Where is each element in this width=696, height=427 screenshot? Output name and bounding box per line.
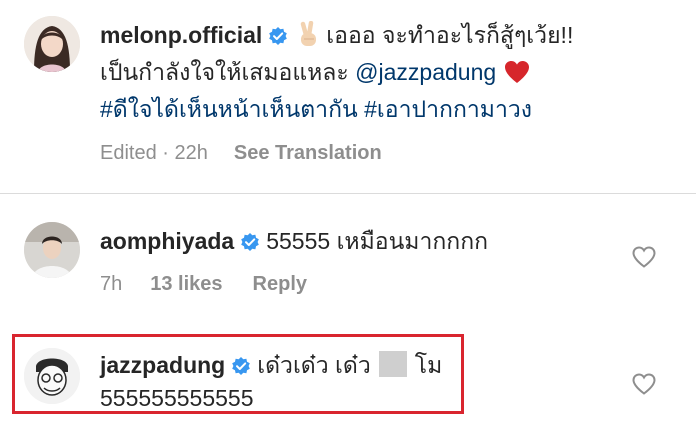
comment-3-text-part-2: โม <box>414 352 443 378</box>
comment-1-meta: Edited · 22h See Translation <box>100 142 382 165</box>
victory-hand-icon <box>296 20 322 49</box>
reply-button[interactable]: Reply <box>253 273 307 295</box>
mention-jazzpadung[interactable]: @jazzpadung <box>355 59 496 85</box>
comment-3-line-2: 555555555555 <box>100 385 254 411</box>
comment-1-text-line-1: เอออ จะทำอะไรก็สู้ๆเว้ย!! <box>326 22 574 48</box>
comment-2-likes[interactable]: 13 likes <box>150 273 222 295</box>
avatar-aomphiyada[interactable] <box>24 222 80 278</box>
comment-1-line-1: melonp.official เอออ จะทำอะไรก็สู้ๆเว้ย!! <box>100 20 573 50</box>
comment-1-line-2: เป็นกำลังใจให้เสมอแหละ @jazzpadung <box>100 57 530 87</box>
comment-2-time: 7h <box>100 273 123 295</box>
username-melonp[interactable]: melonp.official <box>100 22 262 48</box>
avatar-melonp[interactable] <box>24 16 80 72</box>
red-heart-icon <box>504 60 530 84</box>
see-translation-button[interactable]: See Translation <box>234 142 382 164</box>
redacted-block <box>378 351 407 377</box>
avatar-jazzpadung[interactable] <box>24 348 80 404</box>
verified-badge-icon <box>231 356 251 376</box>
comment-3-line-1: jazzpadung เด๋วเด๋ว เด๋ว โม <box>100 350 442 380</box>
username-jazzpadung[interactable]: jazzpadung <box>100 352 225 378</box>
username-aomphiyada[interactable]: aomphiyada <box>100 228 234 254</box>
verified-badge-icon <box>268 26 288 46</box>
comment-3-text-part-1: เด๋วเด๋ว เด๋ว <box>257 352 371 378</box>
like-heart-icon[interactable] <box>632 373 656 395</box>
separator <box>0 193 696 194</box>
comment-1-time: Edited · 22h <box>100 142 208 164</box>
comment-2-meta: 7h 13 likes Reply <box>100 273 307 296</box>
verified-badge-icon <box>240 232 260 252</box>
comment-2-text: 55555 เหมือนมากกกก <box>266 228 489 254</box>
comment-2-line-1: aomphiyada 55555 เหมือนมากกกก <box>100 226 488 256</box>
like-heart-icon[interactable] <box>632 246 656 268</box>
comment-1-hashtags[interactable]: #ดีใจได้เห็นหน้าเห็นตากัน #เอาปากกามาวง <box>100 94 532 124</box>
comment-1-text-line-2: เป็นกำลังใจให้เสมอแหละ <box>100 59 356 85</box>
